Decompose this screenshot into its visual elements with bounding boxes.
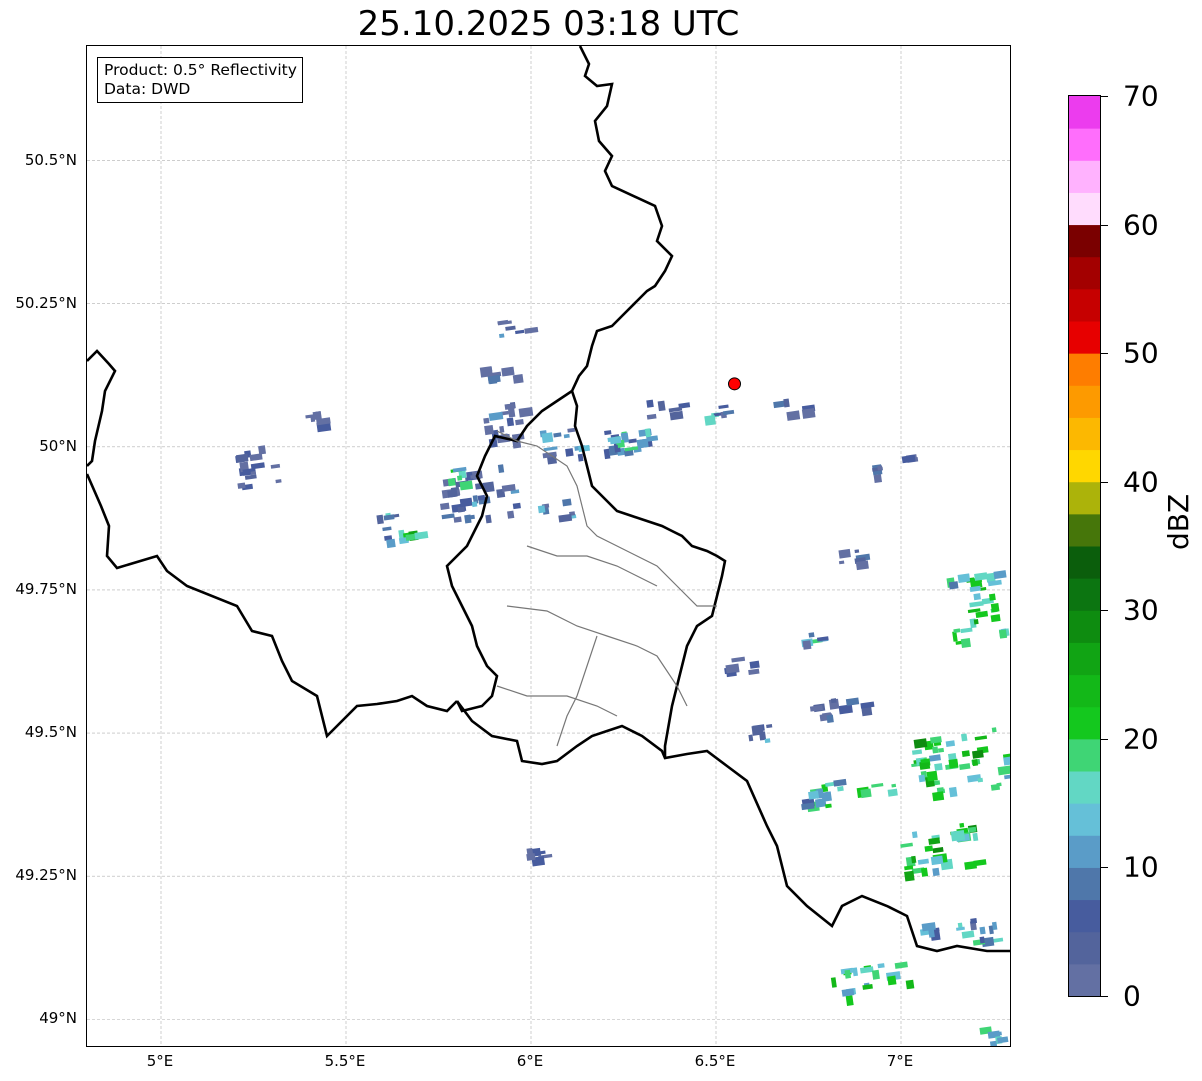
colorbar-segment-20 [1069,321,1100,354]
colorbar-segment-11 [1069,610,1100,643]
colorbar-tickmark-10 [1101,867,1108,869]
echo-cell-8 [479,366,524,385]
colorbar [1068,95,1101,997]
echo-cell-14 [704,404,735,426]
luxembourg-cantons [496,430,717,747]
lon-label-1: 5.5°E [324,1052,366,1070]
colorbar-tickmark-50 [1101,353,1108,355]
colorbar-tick-70: 70 [1123,79,1159,113]
colorbar-segment-25 [1069,160,1100,193]
colorbar-segment-19 [1069,353,1100,386]
product-info-box: Product: 0.5° Reflectivity Data: DWD [97,57,303,103]
colorbar-segment-23 [1069,224,1100,258]
lat-label-5: 49.25°N [15,866,77,885]
radar-map[interactable] [86,45,1011,1047]
border-belgium-germany [570,46,674,392]
echo-cell-7 [497,319,539,339]
echo-cell-13 [646,399,691,421]
colorbar-segment-26 [1069,128,1100,161]
colorbar-segment-22 [1069,256,1100,290]
colorbar-tick-50: 50 [1123,336,1159,370]
colorbar-segment-10 [1069,642,1100,676]
colorbar-segment-3 [1069,867,1100,901]
lat-label-3: 49.75°N [15,579,77,598]
colorbar-svg [1069,96,1100,996]
colorbar-segment-27 [1069,96,1100,129]
colorbar-tick-10: 10 [1123,850,1159,884]
borders [87,46,1010,953]
echo-cell-0 [235,445,282,491]
colorbar-segment-7 [1069,738,1100,772]
colorbar-tickmark-60 [1101,224,1108,226]
colorbar-tick-20: 20 [1123,722,1159,756]
lat-label-0: 50.5°N [24,150,77,169]
echo-cell-15 [773,398,816,421]
gridlines [87,46,1010,1046]
colorbar-segment-13 [1069,546,1100,579]
echo-cell-27 [830,961,915,1006]
radar-site-marker [728,377,741,391]
echo-cell-21 [748,724,773,744]
radar-echoes [235,319,1010,1046]
lat-label-6: 49°N [39,1009,77,1028]
colorbar-tickmark-20 [1101,738,1108,740]
echo-cell-20 [809,697,875,724]
echo-cell-1 [305,411,332,433]
colorbar-tick-60: 60 [1123,208,1159,242]
radar-map-svg [87,46,1010,1046]
lon-label-3: 6.5°E [694,1052,736,1070]
lat-label-4: 49.5°N [24,723,77,742]
colorbar-segment-4 [1069,835,1100,868]
lon-label-0: 5°E [146,1052,174,1070]
echo-cell-17 [838,548,871,571]
lon-label-4: 7°E [886,1052,914,1070]
colorbar-segment-8 [1069,706,1100,740]
echo-cell-29 [526,847,553,867]
colorbar-segment-6 [1069,771,1100,804]
colorbar-tickmark-40 [1101,481,1108,483]
border-france-belgium [87,473,458,739]
colorbar-segment-21 [1069,288,1100,322]
colorbar-segment-14 [1069,513,1100,547]
echo-cell-11 [603,428,659,460]
colorbar-segment-12 [1069,578,1100,611]
echo-cell-24 [946,570,1010,649]
border-france-luxembourg [455,700,1010,953]
echo-cell-23 [911,727,1010,802]
colorbar-tickmark-0 [1101,996,1108,997]
echo-cell-16 [872,454,919,483]
lat-label-2: 50°N [39,436,77,455]
echo-cell-18 [724,656,760,678]
lat-label-1: 50.25°N [15,293,77,312]
colorbar-segment-16 [1069,449,1100,483]
product-label: Product: 0.5° Reflectivity [104,61,297,79]
colorbar-segment-15 [1069,481,1100,515]
colorbar-segment-24 [1069,192,1100,226]
echo-cell-10 [537,498,577,523]
map-title: 25.10.2025 03:18 UTC [357,4,740,44]
echo-cell-25 [900,822,987,882]
border-belgium-netherlands [87,349,117,467]
colorbar-tick-40: 40 [1123,465,1159,499]
colorbar-segment-2 [1069,899,1100,933]
echo-cell-19 [801,632,829,650]
echo-cell-9 [539,427,591,465]
lon-label-2: 6°E [516,1052,544,1070]
border-luxembourg-west [445,389,573,713]
colorbar-segment-18 [1069,385,1100,418]
colorbar-tickmark-70 [1101,96,1108,97]
colorbar-segment-17 [1069,417,1100,451]
colorbar-tickmark-30 [1101,610,1108,612]
colorbar-segment-1 [1069,931,1100,965]
colorbar-segment-5 [1069,803,1100,836]
colorbar-segment-9 [1069,674,1100,708]
echo-cell-28 [979,1026,1009,1046]
echo-cell-22 [801,778,898,813]
colorbar-label: dBZ [1162,493,1195,550]
colorbar-segment-0 [1069,963,1100,996]
colorbar-tick-0: 0 [1123,979,1141,1013]
data-source-label: Data: DWD [104,80,191,98]
colorbar-tick-30: 30 [1123,593,1159,627]
